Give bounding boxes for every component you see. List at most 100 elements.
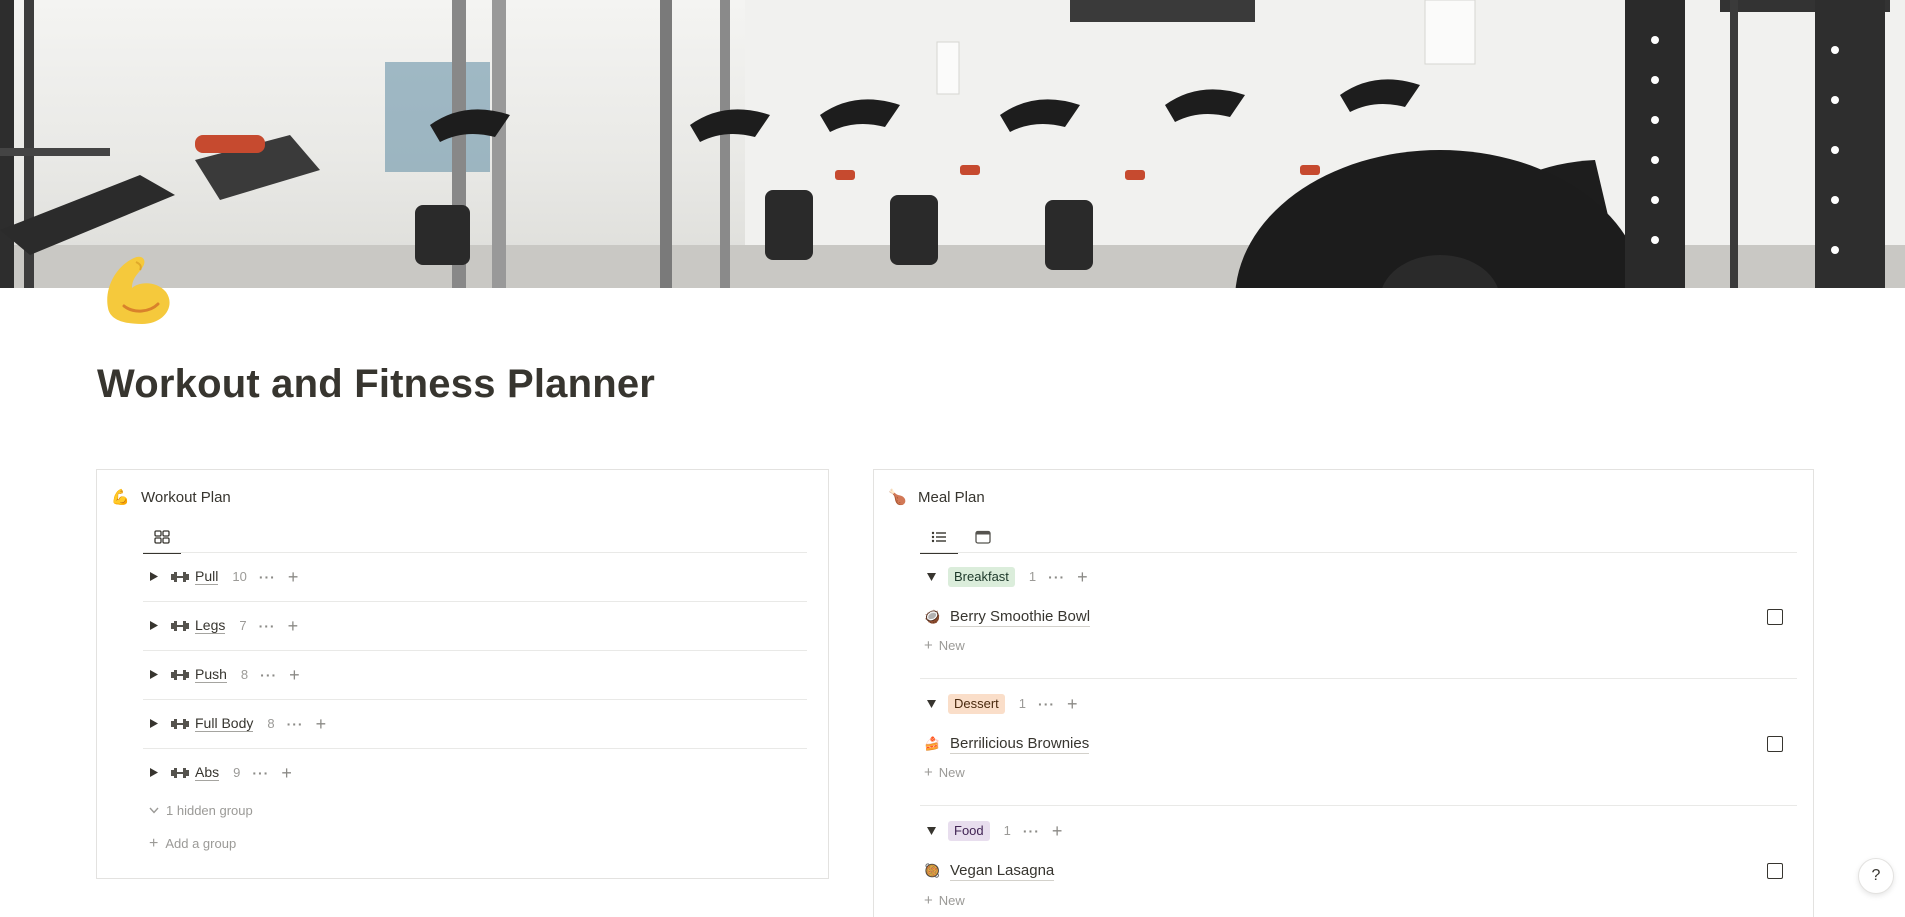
- caret-down-icon[interactable]: [926, 826, 936, 836]
- group-count: 1: [1028, 569, 1037, 584]
- list-view-icon: [931, 531, 946, 542]
- poultry-leg-emoji: 🍗: [888, 489, 907, 506]
- meal-plan-header[interactable]: 🍗 Meal Plan: [888, 488, 985, 507]
- group-count: 1: [1003, 823, 1011, 838]
- group-name[interactable]: Legs: [195, 617, 226, 634]
- help-button[interactable]: ?: [1858, 858, 1894, 894]
- plus-icon: +: [924, 763, 933, 781]
- group-name[interactable]: Full Body: [195, 715, 254, 732]
- cover-image: [0, 0, 1905, 288]
- dumbbell-icon: [171, 571, 189, 583]
- group-row-legs[interactable]: Legs 7 ··· +: [149, 601, 298, 650]
- group-row-dessert[interactable]: Dessert 1 ··· +: [926, 679, 1078, 728]
- new-item-label: New: [938, 893, 965, 908]
- meal-checkbox[interactable]: [1767, 736, 1783, 752]
- group-row-push[interactable]: Push 8 ··· +: [149, 650, 300, 699]
- add-item-icon[interactable]: +: [1077, 568, 1088, 586]
- plus-icon: +: [149, 834, 159, 852]
- workout-plan-database: 💪 Workout Plan Pull 10 ··· + Legs 7 ··· …: [96, 469, 829, 879]
- calendar-view-icon: [975, 530, 991, 544]
- cake-emoji: 🍰: [924, 736, 941, 751]
- hidden-groups-label: 1 hidden group: [166, 803, 253, 818]
- group-count: 10: [232, 569, 247, 584]
- meal-plan-database: 🍗 Meal Plan Breakfast 1 ··· + 🥥 Berry Sm…: [873, 469, 1814, 917]
- group-count: 9: [233, 765, 241, 780]
- caret-right-icon[interactable]: [149, 621, 159, 631]
- chevron-down-icon: [149, 807, 159, 814]
- meal-checkbox[interactable]: [1767, 609, 1783, 625]
- group-count: 7: [239, 618, 247, 633]
- more-options-icon[interactable]: ···: [1048, 570, 1065, 584]
- add-item-icon[interactable]: +: [316, 715, 327, 733]
- dumbbell-icon: [171, 620, 189, 632]
- meal-view-tabs: [920, 520, 1002, 554]
- group-row-pull[interactable]: Pull 10 ··· +: [149, 552, 298, 601]
- new-item-button[interactable]: + New: [924, 763, 965, 781]
- list-view-tab[interactable]: [920, 520, 958, 554]
- gallery-view-icon: [154, 529, 170, 544]
- meal-item-name[interactable]: Berry Smoothie Bowl: [950, 608, 1091, 627]
- workout-plan-title[interactable]: Workout Plan: [141, 489, 231, 506]
- group-count: 8: [267, 716, 275, 731]
- more-options-icon[interactable]: ···: [252, 766, 269, 780]
- group-row-abs[interactable]: Abs 9 ··· +: [149, 748, 292, 797]
- add-item-icon[interactable]: +: [281, 764, 292, 782]
- flexed-biceps-icon[interactable]: [98, 248, 178, 328]
- caret-right-icon[interactable]: [149, 670, 159, 680]
- calendar-view-tab[interactable]: [964, 520, 1002, 553]
- gallery-view-tab[interactable]: [143, 520, 181, 554]
- new-item-label: New: [938, 638, 965, 653]
- more-options-icon[interactable]: ···: [287, 717, 304, 731]
- group-row-food[interactable]: Food 1 ··· +: [926, 806, 1062, 855]
- add-item-icon[interactable]: +: [1052, 822, 1063, 840]
- meal-item-berrilicious-brownies[interactable]: 🍰 Berrilicious Brownies: [924, 730, 1090, 758]
- meal-item-name[interactable]: Vegan Lasagna: [950, 862, 1055, 881]
- more-options-icon[interactable]: ···: [260, 668, 277, 682]
- flexed-biceps-emoji: 💪: [111, 489, 130, 506]
- hidden-groups-toggle[interactable]: 1 hidden group: [149, 803, 253, 818]
- add-item-icon[interactable]: +: [1067, 695, 1078, 713]
- new-item-button[interactable]: + New: [924, 891, 965, 909]
- group-count: 1: [1018, 696, 1027, 711]
- add-group-button[interactable]: + Add a group: [149, 834, 237, 852]
- more-options-icon[interactable]: ···: [1038, 697, 1055, 711]
- new-item-button[interactable]: + New: [924, 636, 965, 654]
- caret-down-icon[interactable]: [926, 699, 936, 709]
- group-row-breakfast[interactable]: Breakfast 1 ··· +: [926, 552, 1088, 601]
- page-title: Workout and Fitness Planner: [97, 362, 656, 406]
- workout-plan-header[interactable]: 💪 Workout Plan: [111, 488, 231, 507]
- group-count: 8: [240, 667, 249, 682]
- group-name[interactable]: Abs: [195, 764, 220, 781]
- meal-item-name[interactable]: Berrilicious Brownies: [950, 735, 1090, 754]
- caret-down-icon[interactable]: [926, 572, 936, 582]
- add-group-label: Add a group: [165, 836, 237, 851]
- add-item-icon[interactable]: +: [288, 568, 299, 586]
- caret-right-icon[interactable]: [149, 719, 159, 729]
- gym-cover-illustration: [0, 0, 1905, 288]
- caret-right-icon[interactable]: [149, 572, 159, 582]
- group-row-full-body[interactable]: Full Body 8 ··· +: [149, 699, 326, 748]
- group-name[interactable]: Push: [195, 666, 227, 683]
- plus-icon: +: [924, 891, 933, 909]
- dessert-tag[interactable]: Dessert: [948, 693, 1005, 714]
- group-name[interactable]: Pull: [195, 568, 219, 585]
- breakfast-tag[interactable]: Breakfast: [948, 566, 1015, 587]
- meal-checkbox[interactable]: [1767, 863, 1783, 879]
- shallow-pan-emoji: 🥘: [924, 863, 941, 878]
- meal-item-berry-smoothie-bowl[interactable]: 🥥 Berry Smoothie Bowl: [924, 603, 1091, 631]
- caret-right-icon[interactable]: [149, 768, 159, 778]
- new-item-label: New: [938, 765, 965, 780]
- meal-item-vegan-lasagna[interactable]: 🥘 Vegan Lasagna: [924, 857, 1055, 885]
- add-item-icon[interactable]: +: [289, 666, 300, 684]
- add-item-icon[interactable]: +: [288, 617, 299, 635]
- dumbbell-icon: [171, 718, 189, 730]
- meal-plan-title[interactable]: Meal Plan: [918, 489, 985, 506]
- more-options-icon[interactable]: ···: [1023, 824, 1040, 838]
- dumbbell-icon: [171, 669, 189, 681]
- workout-view-tabs: [143, 520, 181, 554]
- dumbbell-icon: [171, 767, 189, 779]
- plus-icon: +: [924, 636, 933, 654]
- food-tag[interactable]: Food: [948, 820, 990, 841]
- more-options-icon[interactable]: ···: [259, 619, 276, 633]
- more-options-icon[interactable]: ···: [259, 570, 276, 584]
